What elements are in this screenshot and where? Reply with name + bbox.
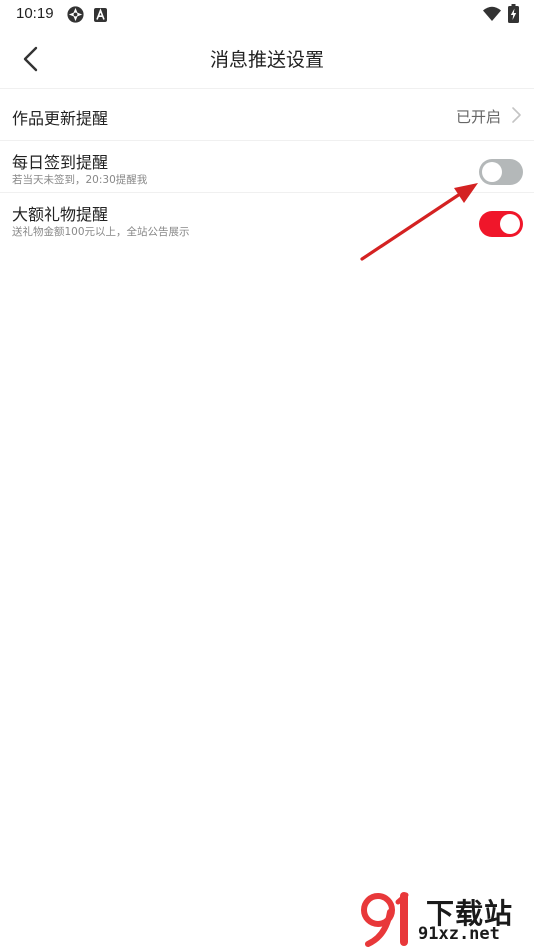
setting-row-big-gift: 大额礼物提醒 送礼物金额100元以上，全站公告展示: [0, 193, 534, 245]
battery-charging-icon: [508, 4, 519, 27]
a-badge-icon: [94, 7, 107, 26]
row-status-value: 已开启: [455, 108, 501, 126]
app-header: 消息推送设置: [0, 30, 534, 89]
daily-checkin-toggle[interactable]: [479, 159, 523, 185]
watermark-logo-icon: [361, 892, 409, 947]
row-subtitle: 若当天未签到，20:30提醒我: [12, 174, 148, 186]
toggle-knob: [500, 214, 520, 234]
watermark-url: 91xz.net: [418, 924, 500, 944]
setting-row-daily-checkin: 每日签到提醒 若当天未签到，20:30提醒我: [0, 141, 534, 193]
row-title: 大额礼物提醒: [12, 205, 109, 224]
wifi-icon: [483, 6, 501, 25]
row-subtitle: 送礼物金额100元以上，全站公告展示: [12, 226, 190, 238]
row-title: 每日签到提醒: [12, 153, 109, 172]
status-time: 10:19: [16, 5, 54, 22]
page-title: 消息推送设置: [209, 49, 324, 71]
chevron-right-icon: [510, 106, 522, 124]
row-title: 作品更新提醒: [12, 109, 109, 128]
site-watermark: 下载站 91xz.net: [360, 890, 530, 948]
settings-flower-icon: [66, 5, 85, 28]
big-gift-toggle[interactable]: [479, 211, 523, 237]
setting-row-work-update[interactable]: 作品更新提醒 已开启: [0, 89, 534, 141]
toggle-knob: [482, 162, 502, 182]
status-bar: 10:19: [0, 0, 534, 30]
